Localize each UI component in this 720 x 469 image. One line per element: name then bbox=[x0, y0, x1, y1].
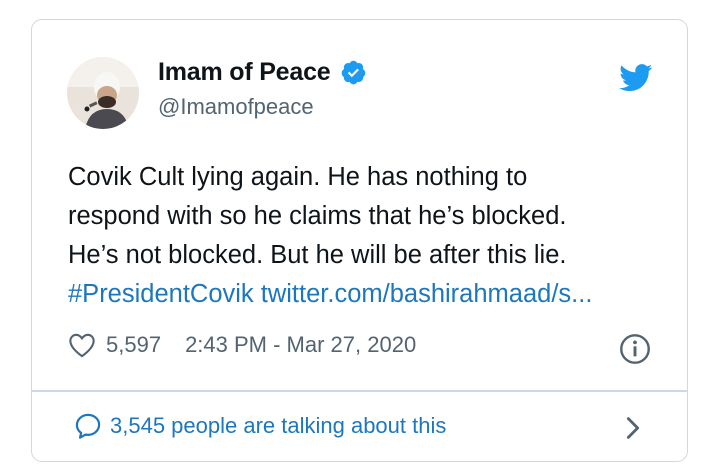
author-display-name[interactable]: Imam of Peace bbox=[158, 58, 331, 87]
url-link[interactable]: twitter.com/bashirahmaad/s... bbox=[261, 280, 593, 308]
tweet-line: He’s not blocked. But he will be after t… bbox=[68, 241, 567, 269]
author-name-row[interactable]: Imam of Peace bbox=[158, 58, 367, 87]
heart-icon[interactable] bbox=[68, 332, 96, 358]
hashtag-link[interactable]: #PresidentCovik bbox=[68, 280, 254, 308]
tweet-text: Covik Cult lying again. He has nothing t… bbox=[68, 158, 668, 314]
tweet-card[interactable]: Imam of Peace @Imamofpeace Covik Cult ly… bbox=[31, 19, 688, 462]
talking-about-text[interactable]: 3,545 people are talking about this bbox=[110, 413, 446, 439]
tweet-line: Covik Cult lying again. He has nothing t… bbox=[68, 163, 528, 191]
card-divider bbox=[32, 390, 687, 392]
conversation-link[interactable]: 3,545 people are talking about this bbox=[74, 412, 446, 440]
tweet-line: respond with so he claims that he’s bloc… bbox=[68, 202, 567, 230]
speech-bubble-icon bbox=[75, 413, 101, 439]
avatar[interactable] bbox=[67, 57, 139, 129]
tweet-timestamp[interactable]: 2:43 PM - Mar 27, 2020 bbox=[185, 332, 416, 358]
like-count[interactable]: 5,597 bbox=[106, 332, 161, 358]
verified-badge-icon bbox=[341, 60, 365, 85]
tweet-link-line: #PresidentCovik twitter.com/bashirahmaad… bbox=[68, 275, 668, 314]
tweet-meta: 5,597 2:43 PM - Mar 27, 2020 bbox=[68, 332, 416, 358]
avatar-photo bbox=[67, 57, 139, 129]
chevron-right-icon[interactable] bbox=[621, 414, 645, 442]
info-icon[interactable] bbox=[619, 333, 651, 365]
twitter-bird-icon[interactable] bbox=[619, 64, 653, 92]
author-handle[interactable]: @Imamofpeace bbox=[158, 94, 314, 120]
